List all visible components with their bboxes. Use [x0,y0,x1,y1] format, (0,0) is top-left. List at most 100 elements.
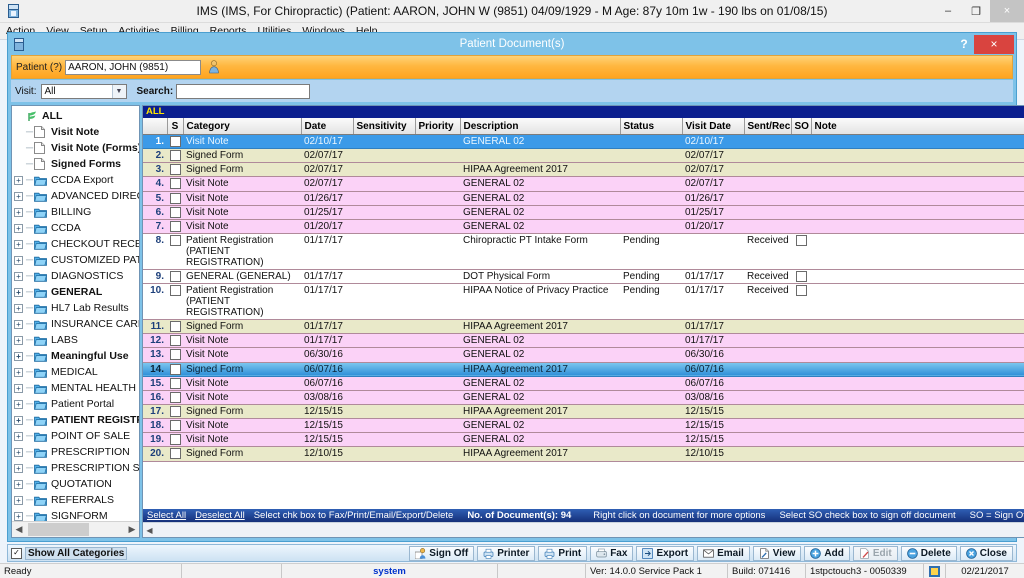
checkbox-icon[interactable] [170,164,181,176]
expand-icon[interactable]: + [14,239,23,249]
printer-button[interactable]: Printer [477,545,536,561]
minimize-button[interactable]: – [934,0,962,22]
tree-node-prescription-saving[interactable]: +─ PRESCRIPTION SAVING [14,460,139,476]
table-row[interactable]: 18. Visit Note 12/15/15 GENERAL 02 12/15/15 [143,418,1024,434]
expand-icon[interactable]: + [14,415,23,425]
row-select-checkbox[interactable] [167,162,183,178]
column-header-description[interactable]: Description [460,118,621,135]
table-row[interactable]: 19. Visit Note 12/15/15 GENERAL 02 12/15/15 [143,432,1024,448]
cell-signoff-checkbox[interactable] [791,283,811,321]
checkbox-icon[interactable] [170,391,181,403]
table-row[interactable]: 6. Visit Note 01/25/17 GENERAL 02 01/25/17 [143,205,1024,220]
select-all-link[interactable]: Select All [147,510,186,521]
tree-node-meaningful-use[interactable]: + ─ Meaningful Use [14,348,139,364]
tree-node-visit-note-forms[interactable]: ─ Visit Note (Forms) [14,140,139,156]
table-row[interactable]: 2. Signed Form 02/07/17 02/07/17 [143,148,1024,164]
tree-node-signed-forms[interactable]: ─ Signed Forms [14,156,139,172]
expand-icon[interactable]: + [14,431,23,441]
tree-node-patient-portal[interactable]: + ─ Patient Portal [14,396,139,412]
row-select-checkbox[interactable] [167,269,183,285]
table-row[interactable]: 3. Signed Form 02/07/17 HIPAA Agreement 201… [143,162,1024,178]
tree-horizontal-scrollbar[interactable]: ◀ ▶ [12,521,139,537]
tree-node-medical[interactable]: + ─ MEDICAL [14,364,139,380]
tree-node-general[interactable]: + ─ GENERAL [14,284,139,300]
checkbox-icon[interactable] [170,178,181,190]
checkbox-icon[interactable] [795,285,807,297]
tree-node-billing[interactable]: + ─ BILLING [14,204,139,220]
table-row[interactable]: 9. GENERAL (GENERAL) 01/17/17 DOT Physical … [143,269,1024,285]
checkbox-icon[interactable] [795,234,807,246]
checkbox-icon[interactable] [170,321,181,333]
expand-icon[interactable]: + [14,319,23,329]
expand-icon[interactable]: + [14,255,23,265]
expand-icon[interactable]: + [14,303,23,313]
table-row[interactable]: 16. Visit Note 03/08/16 GENERAL 02 03/08/16 [143,390,1024,405]
column-header-sent-rec[interactable]: Sent/Rec [744,118,792,135]
cell-signoff-checkbox[interactable] [791,269,811,285]
tree-node-insurance-card[interactable]: + ─ INSURANCE CARD [14,316,139,332]
row-select-checkbox[interactable] [167,333,183,349]
table-row[interactable]: 11. Signed Form 01/17/17 HIPAA Agreement 20… [143,319,1024,335]
email-button[interactable]: Email [697,545,750,561]
chevron-down-icon[interactable]: ▼ [111,84,126,98]
checkbox-icon[interactable] [170,220,181,232]
export-button[interactable]: Export [636,545,695,561]
checkbox-icon[interactable] [170,363,181,375]
tree-node-visit-note[interactable]: ─ Visit Note [14,124,139,140]
row-select-checkbox[interactable] [167,219,183,234]
table-row[interactable]: 12. Visit Note 01/17/17 GENERAL 02 01/17/17 [143,333,1024,349]
table-row[interactable]: 13. Visit Note 06/30/16 GENERAL 02 06/30/16 [143,347,1024,363]
row-select-checkbox[interactable] [167,404,183,420]
table-row[interactable]: 17. Signed Form 12/15/15 HIPAA Agreement 20… [143,404,1024,420]
sign-off-button[interactable]: Sign Off [409,545,475,561]
column-header-priority[interactable]: Priority [415,118,461,135]
tree-node-advanced-directive[interactable]: +─ ADVANCED DIRECTIVE [14,188,139,204]
expand-icon[interactable]: + [14,223,23,233]
column-header-sensitivity[interactable]: Sensitivity [353,118,416,135]
tree-node-all[interactable]: ALL [14,108,139,124]
checkbox-icon[interactable] [170,349,181,361]
table-row[interactable]: 8. Patient Registration (PATIENT REGISTRATI… [143,233,1024,270]
checkbox-icon[interactable] [170,270,181,282]
table-row[interactable]: 1. Visit Note 02/10/17 GENERAL 02 02/10/17 [143,134,1024,150]
patient-input[interactable]: AARON, JOHN (9851) [65,59,202,75]
column-header-so[interactable]: SO [791,118,812,135]
tree-node-hl7-lab-results[interactable]: + ─ HL7 Lab Results [14,300,139,316]
tree-node-prescription[interactable]: + ─ PRESCRIPTION [14,444,139,460]
expand-icon[interactable]: + [14,479,23,489]
row-select-checkbox[interactable] [167,432,183,448]
checkbox-icon[interactable] [170,192,181,204]
row-select-checkbox[interactable] [167,148,183,164]
tree-node-diagnostics[interactable]: + ─ DIAGNOSTICS [14,268,139,284]
tree-node-referrals[interactable]: + ─ REFERRALS [14,492,139,508]
row-select-checkbox[interactable] [167,446,183,462]
column-header-status[interactable]: Status [620,118,683,135]
expand-icon[interactable]: + [14,495,23,505]
tree-node-mental-health[interactable]: + ─ MENTAL HEALTH [14,380,139,396]
grid-scroll-left-icon[interactable]: ◀ [143,526,156,535]
expand-icon[interactable]: + [14,511,23,521]
deselect-all-link[interactable]: Deselect All [195,510,245,521]
checkbox-icon[interactable] [170,150,181,162]
column-header-category[interactable]: Category [183,118,302,135]
row-select-checkbox[interactable] [167,319,183,335]
show-all-categories-checkbox[interactable]: ✓ Show All Categories [11,546,128,560]
expand-icon[interactable]: + [14,351,23,361]
tree-node-point-of-sale[interactable]: + ─ POINT OF SALE [14,428,139,444]
delete-button[interactable]: Delete [900,545,957,561]
restore-button[interactable]: ❐ [962,0,990,22]
row-select-checkbox[interactable] [167,191,183,206]
checkbox-icon[interactable] [795,270,807,282]
tree-node-signform[interactable]: + ─ SIGNFORM [14,508,139,521]
expand-icon[interactable]: + [14,399,23,409]
table-row[interactable]: 20. Signed Form 12/10/15 HIPAA Agreement 20… [143,446,1024,462]
checkbox-icon[interactable] [170,335,181,347]
column-header-index[interactable] [143,118,168,135]
checkbox-icon[interactable] [170,285,181,297]
dialog-close-button[interactable]: × [974,34,1014,54]
checkbox-icon[interactable] [170,206,181,218]
expand-icon[interactable]: + [14,447,23,457]
tree-node-patient-registra[interactable]: +─ PATIENT REGISTRA [14,412,139,428]
table-row[interactable]: 4. Visit Note 02/07/17 GENERAL 02 02/07/17 [143,176,1024,192]
row-select-checkbox[interactable] [167,376,183,391]
